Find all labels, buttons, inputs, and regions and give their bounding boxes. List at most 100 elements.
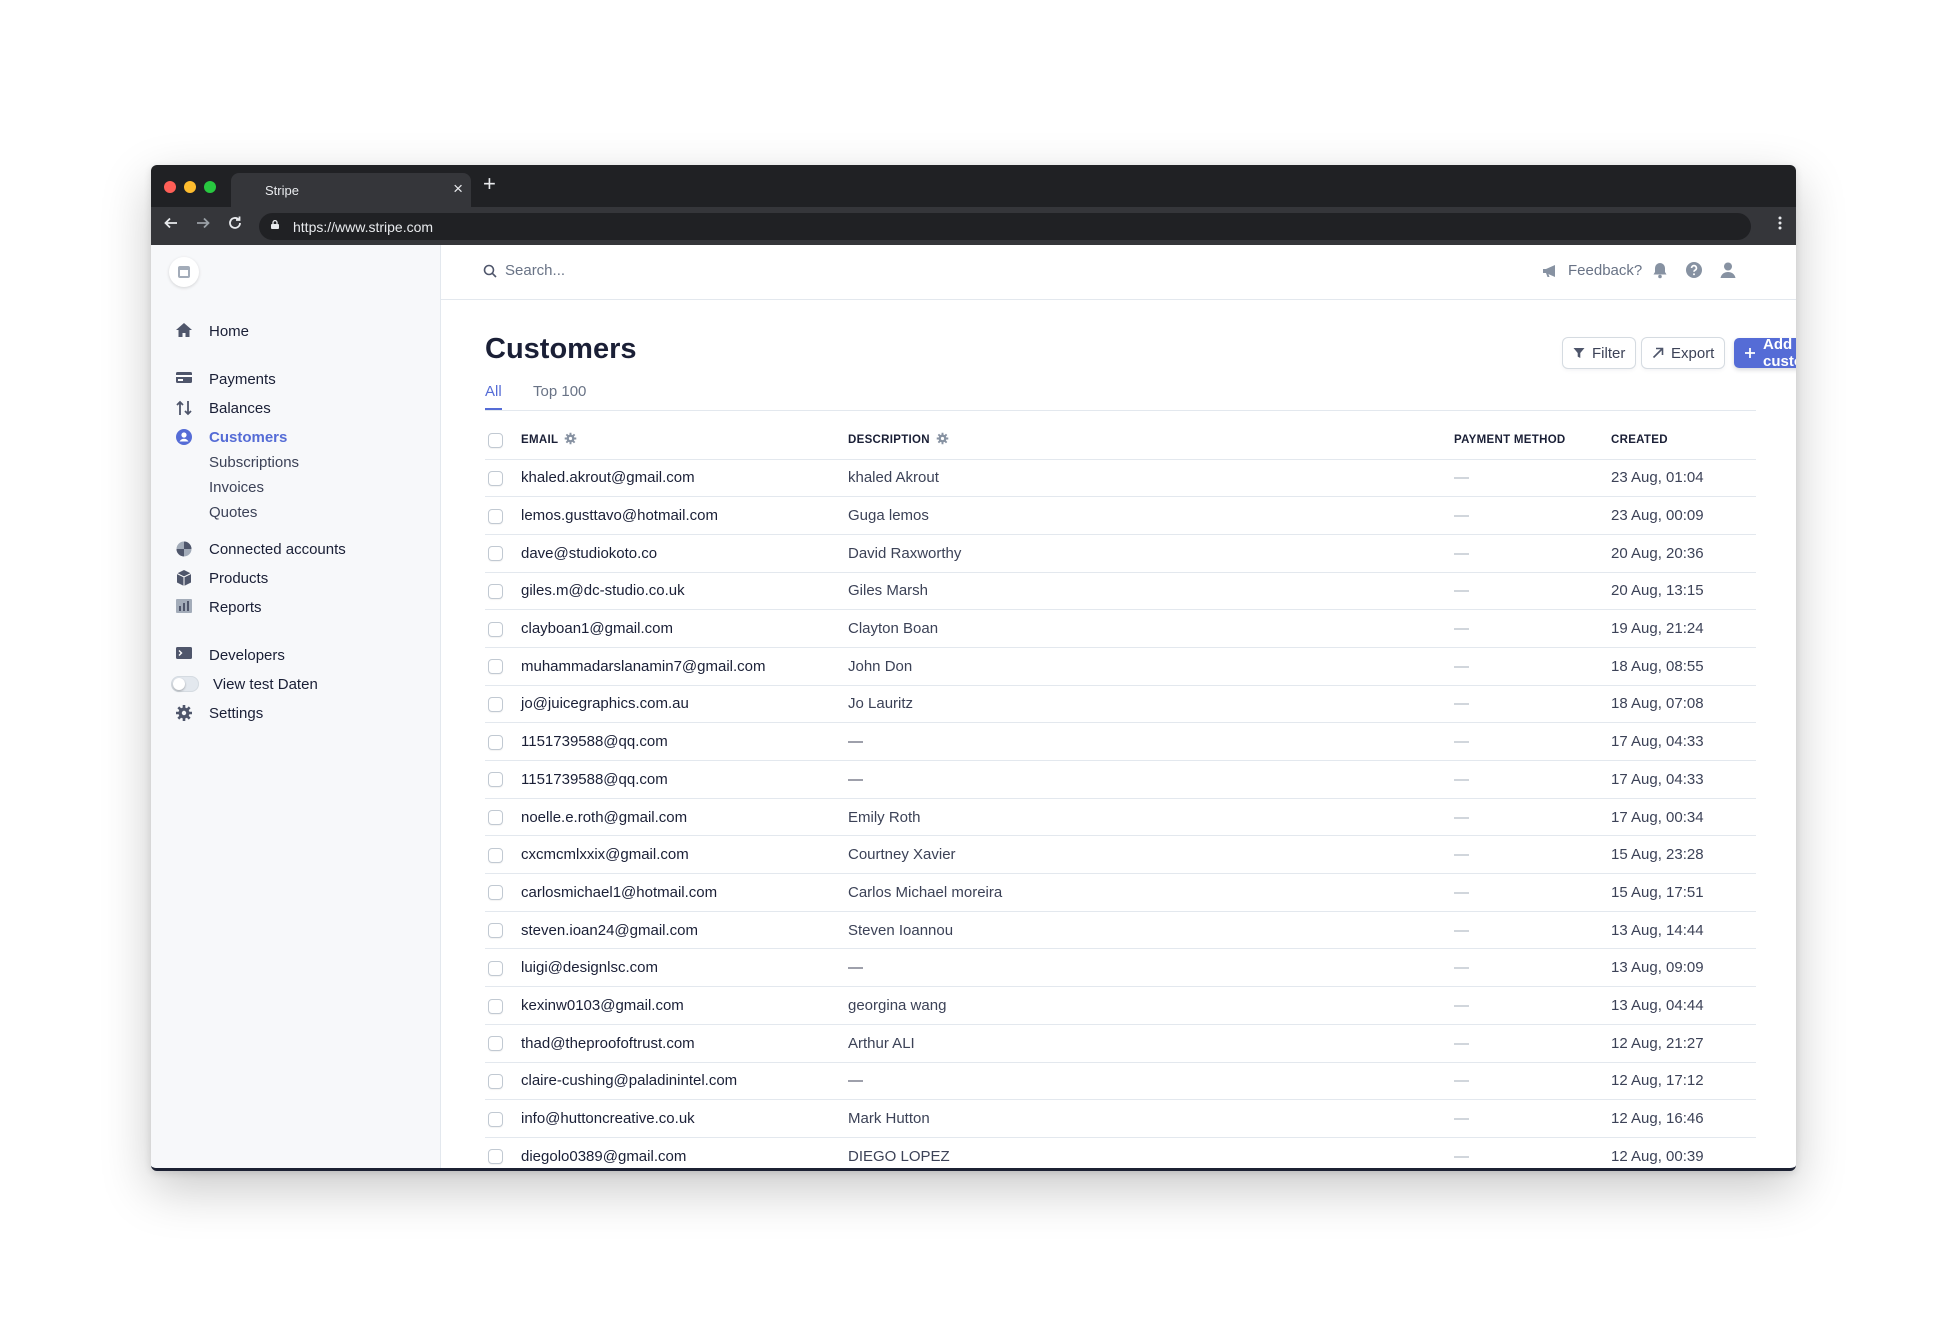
browser-tab[interactable]: Stripe ×: [231, 173, 471, 207]
sidebar-subitem-subscriptions[interactable]: Subscriptions: [209, 454, 299, 471]
table-row[interactable]: khaled.akrout@gmail.com khaled Akrout —23 …: [485, 459, 1756, 498]
row-checkbox[interactable]: [488, 810, 503, 826]
row-checkbox[interactable]: [488, 923, 503, 939]
column-settings-gear-icon[interactable]: [936, 432, 949, 448]
row-checkbox[interactable]: [488, 583, 503, 599]
table-row[interactable]: claire-cushing@paladinintel.com — —12 Aug,…: [485, 1062, 1756, 1101]
sidebar-item-balances[interactable]: Balances: [175, 397, 271, 419]
column-header-description[interactable]: DESCRIPTION: [848, 422, 1454, 460]
row-checkbox[interactable]: [488, 508, 503, 524]
customer-email[interactable]: thad@theproofoftrust.com: [521, 1024, 848, 1063]
table-row[interactable]: kexinw0103@gmail.com georgina wang —13 Aug…: [485, 986, 1756, 1025]
filter-button[interactable]: Filter: [1563, 338, 1636, 368]
table-row[interactable]: diegolo0389@gmail.com DIEGO LOPEZ —12 Aug,…: [485, 1137, 1756, 1168]
table-row[interactable]: steven.ioan24@gmail.com Steven Ioannou —13…: [485, 911, 1756, 950]
tab-top-100[interactable]: Top 100: [533, 383, 586, 410]
row-checkbox[interactable]: [488, 546, 503, 562]
row-checkbox[interactable]: [488, 960, 503, 976]
row-checkbox[interactable]: [488, 1111, 503, 1127]
browser-menu-icon[interactable]: [1778, 216, 1782, 235]
url-bar[interactable]: https://www.stripe.com: [259, 213, 1751, 240]
minimize-window-button[interactable]: [184, 181, 196, 193]
sidebar-item-settings[interactable]: Settings: [175, 702, 263, 724]
table-row[interactable]: luigi@designlsc.com — —13 Aug, 09:09: [485, 948, 1756, 988]
customer-email[interactable]: kexinw0103@gmail.com: [521, 986, 848, 1025]
account-logo[interactable]: [169, 257, 199, 287]
row-checkbox[interactable]: [488, 1036, 503, 1052]
column-header-created[interactable]: CREATED: [1611, 422, 1756, 460]
customer-email[interactable]: dave@studiokoto.co: [521, 534, 848, 573]
row-checkbox[interactable]: [488, 659, 503, 675]
test-data-toggle[interactable]: [171, 676, 199, 692]
row-checkbox[interactable]: [488, 772, 503, 788]
table-row[interactable]: giles.m@dc-studio.co.uk Giles Marsh —20 Au…: [485, 572, 1756, 611]
test-data-toggle-row[interactable]: View test Daten: [171, 673, 318, 695]
search-input[interactable]: [505, 262, 805, 279]
column-header-payment-method[interactable]: PAYMENT METHOD: [1454, 422, 1611, 460]
table-row[interactable]: clayboan1@gmail.com Clayton Boan —19 Aug, …: [485, 609, 1756, 648]
table-row[interactable]: 1151739588@qq.com — —17 Aug, 04:33: [485, 760, 1756, 799]
select-all-checkbox[interactable]: [488, 432, 503, 448]
row-checkbox[interactable]: [488, 470, 503, 486]
customer-email[interactable]: steven.ioan24@gmail.com: [521, 911, 848, 950]
row-checkbox[interactable]: [488, 847, 503, 863]
customer-email[interactable]: lemos.gusttavo@hotmail.com: [521, 496, 848, 535]
feedback-button[interactable]: Feedback?: [1542, 262, 1642, 279]
sidebar-subitem-invoices[interactable]: Invoices: [209, 479, 264, 496]
sidebar-item-developers[interactable]: Developers: [175, 644, 285, 666]
row-checkbox[interactable]: [488, 1073, 503, 1089]
sidebar-item-home[interactable]: Home: [175, 320, 249, 342]
customer-email[interactable]: giles.m@dc-studio.co.uk: [521, 572, 848, 611]
add-customer-button[interactable]: Add customer N: [1734, 336, 1796, 370]
customer-email[interactable]: clayboan1@gmail.com: [521, 609, 848, 648]
row-checkbox[interactable]: [488, 1149, 503, 1165]
column-settings-gear-icon[interactable]: [564, 432, 577, 448]
close-tab-icon[interactable]: ×: [453, 179, 463, 199]
table-row[interactable]: muhammadarslanamin7@gmail.com John Don —18…: [485, 647, 1756, 686]
customer-email[interactable]: 1151739588@qq.com: [521, 760, 848, 799]
row-checkbox[interactable]: [488, 734, 503, 750]
table-row[interactable]: cxcmcmlxxix@gmail.com Courtney Xavier —15 …: [485, 835, 1756, 875]
row-checkbox[interactable]: [488, 998, 503, 1014]
customer-email[interactable]: 1151739588@qq.com: [521, 722, 848, 761]
customer-email[interactable]: cxcmcmlxxix@gmail.com: [521, 835, 848, 875]
search-bar[interactable]: [483, 262, 805, 279]
table-row[interactable]: lemos.gusttavo@hotmail.com Guga lemos —23 …: [485, 496, 1756, 535]
row-checkbox[interactable]: [488, 697, 503, 712]
table-row[interactable]: thad@theproofoftrust.com Arthur ALI —12 Au…: [485, 1024, 1756, 1063]
table-row[interactable]: info@huttoncreative.co.uk Mark Hutton —12 …: [485, 1099, 1756, 1138]
sidebar-item-payments[interactable]: Payments: [175, 368, 276, 390]
sidebar-item-customers[interactable]: Customers: [175, 426, 287, 448]
back-button[interactable]: [163, 215, 179, 235]
customer-email[interactable]: muhammadarslanamin7@gmail.com: [521, 647, 848, 686]
new-tab-button[interactable]: +: [483, 171, 496, 197]
maximize-window-button[interactable]: [204, 181, 216, 193]
customer-email[interactable]: claire-cushing@paladinintel.com: [521, 1062, 848, 1101]
table-row[interactable]: 1151739588@qq.com — —17 Aug, 04:33: [485, 722, 1756, 761]
customer-email[interactable]: info@huttoncreative.co.uk: [521, 1099, 848, 1138]
close-window-button[interactable]: [164, 181, 176, 193]
bell-icon[interactable]: [1651, 261, 1671, 281]
help-icon[interactable]: [1685, 261, 1705, 281]
customer-email[interactable]: carlosmichael1@hotmail.com: [521, 873, 848, 912]
table-row[interactable]: dave@studiokoto.co David Raxworthy —20 Aug…: [485, 534, 1756, 573]
user-icon[interactable]: [1719, 261, 1739, 281]
sidebar-item-reports[interactable]: Reports: [175, 596, 262, 618]
sidebar-item-products[interactable]: Products: [175, 567, 268, 589]
sidebar-item-connected-accounts[interactable]: Connected accounts: [175, 538, 346, 560]
customer-email[interactable]: luigi@designlsc.com: [521, 948, 848, 988]
forward-button[interactable]: [195, 215, 211, 235]
table-row[interactable]: jo@juicegraphics.com.au Jo Lauritz —18 Aug…: [485, 685, 1756, 724]
customer-email[interactable]: noelle.e.roth@gmail.com: [521, 798, 848, 837]
sidebar-subitem-quotes[interactable]: Quotes: [209, 504, 257, 521]
row-checkbox[interactable]: [488, 885, 503, 901]
row-checkbox[interactable]: [488, 621, 503, 637]
table-row[interactable]: noelle.e.roth@gmail.com Emily Roth —17 Aug…: [485, 798, 1756, 837]
customer-email[interactable]: diegolo0389@gmail.com: [521, 1137, 848, 1168]
column-header-email[interactable]: EMAIL: [521, 422, 848, 460]
table-row[interactable]: carlosmichael1@hotmail.com Carlos Michael…: [485, 873, 1756, 912]
customer-email[interactable]: khaled.akrout@gmail.com: [521, 459, 848, 498]
tab-all[interactable]: All: [485, 383, 502, 410]
export-button[interactable]: Export: [1642, 338, 1725, 368]
reload-button[interactable]: [227, 215, 243, 235]
